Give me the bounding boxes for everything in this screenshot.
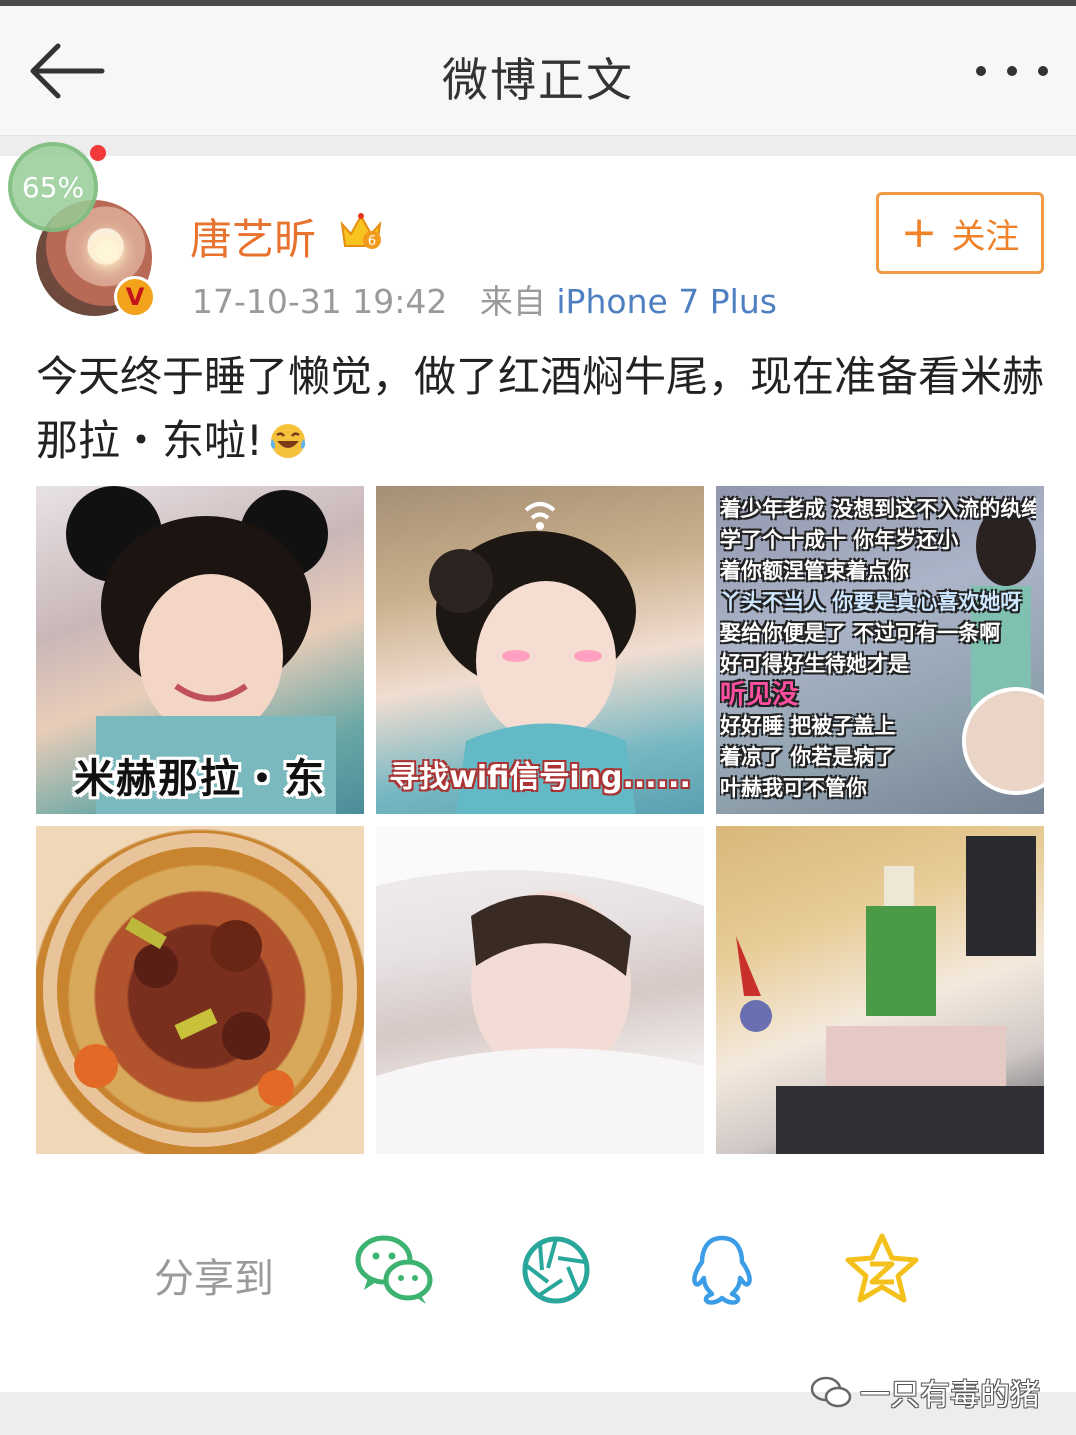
navigation-bar: 微博正文 — [0, 6, 1076, 136]
watermark: 一只有毒的猪 — [810, 1370, 1040, 1414]
meme-line: 着凉了 你若是病了 — [720, 745, 896, 769]
wechat-watermark-icon — [810, 1376, 852, 1408]
meme-line: 叶赫我可不管你 — [720, 776, 867, 800]
post-photo-1[interactable]: 米赫那拉・东 — [36, 486, 364, 814]
meme-line: 丫头不当人 你要是真心喜欢她呀 — [720, 590, 1022, 614]
author-name[interactable]: 唐艺昕 — [190, 206, 316, 267]
moments-icon[interactable] — [518, 1232, 598, 1308]
post-timestamp: 17-10-31 19:42 — [192, 282, 448, 321]
page-title: 微博正文 — [442, 53, 634, 107]
follow-button[interactable]: + 关注 — [876, 192, 1044, 274]
more-dot — [1038, 66, 1048, 76]
share-label: 分享到 — [154, 1256, 274, 1302]
meme-line: 着少年老成 没想到这不入流的纨绔 — [720, 497, 1036, 521]
crown-level: 6 — [368, 234, 376, 249]
photo-6-illustration — [736, 836, 1044, 1154]
photo-caption: 米赫那拉・东 — [74, 756, 326, 802]
section-divider — [0, 136, 1076, 156]
source-prefix: 来自 — [479, 282, 546, 321]
post-photo-3[interactable]: 着少年老成 没想到这不入流的纨绔 学了个十成十 你年岁还小 着你额涅管束着点你 … — [716, 486, 1044, 814]
more-dot — [976, 66, 986, 76]
meme-subtitles: 着少年老成 没想到这不入流的纨绔 学了个十成十 你年岁还小 着你额涅管束着点你 … — [720, 494, 1036, 804]
more-options-icon[interactable] — [976, 46, 1048, 96]
follow-label: 关注 — [951, 216, 1020, 257]
meme-line: 听见没 — [720, 680, 799, 710]
post-body: 今天终于睡了懒觉，做了红酒焖牛尾，现在准备看米赫那拉・东啦! — [36, 345, 1046, 473]
crown-icon: 6 — [338, 210, 384, 252]
verified-badge: V — [114, 276, 156, 318]
source-device-link[interactable]: iPhone 7 Plus — [556, 282, 777, 321]
laughing-tears-emoji-icon — [270, 424, 305, 458]
floating-progress-badge[interactable]: 65% — [8, 142, 98, 232]
photo-5-illustration — [376, 826, 704, 1154]
meme-line: 娶给你便是了 不过可有一条啊 — [720, 621, 1001, 645]
meme-line: 好可得好生待她才是 — [720, 652, 909, 676]
post-photo-5[interactable] — [376, 826, 704, 1154]
post-photo-2[interactable]: 寻找wifi信号ing...... — [376, 486, 704, 814]
post-photo-4[interactable] — [36, 826, 364, 1154]
more-dot — [1007, 66, 1017, 76]
meme-line: 好好睡 把被子盖上 — [720, 714, 896, 738]
notification-dot — [90, 145, 106, 161]
qq-icon[interactable] — [682, 1232, 762, 1308]
watermark-text: 一只有毒的猪 — [860, 1378, 1040, 1413]
post-photo-6[interactable] — [716, 826, 1044, 1154]
photo-caption: 寻找wifi信号ing...... — [389, 760, 691, 795]
wechat-icon[interactable] — [354, 1232, 434, 1308]
photo-4-illustration — [43, 833, 357, 1147]
plus-icon: + — [900, 207, 938, 258]
post-meta: 17-10-31 19:42 来自 iPhone 7 Plus — [192, 275, 777, 323]
qzone-icon[interactable] — [842, 1232, 922, 1308]
meme-line: 着你额涅管束着点你 — [720, 559, 909, 583]
post-text: 今天终于睡了懒觉，做了红酒焖牛尾，现在准备看米赫那拉・东啦! — [36, 352, 1045, 465]
meme-line: 学了个十成十 你年岁还小 — [720, 528, 959, 552]
